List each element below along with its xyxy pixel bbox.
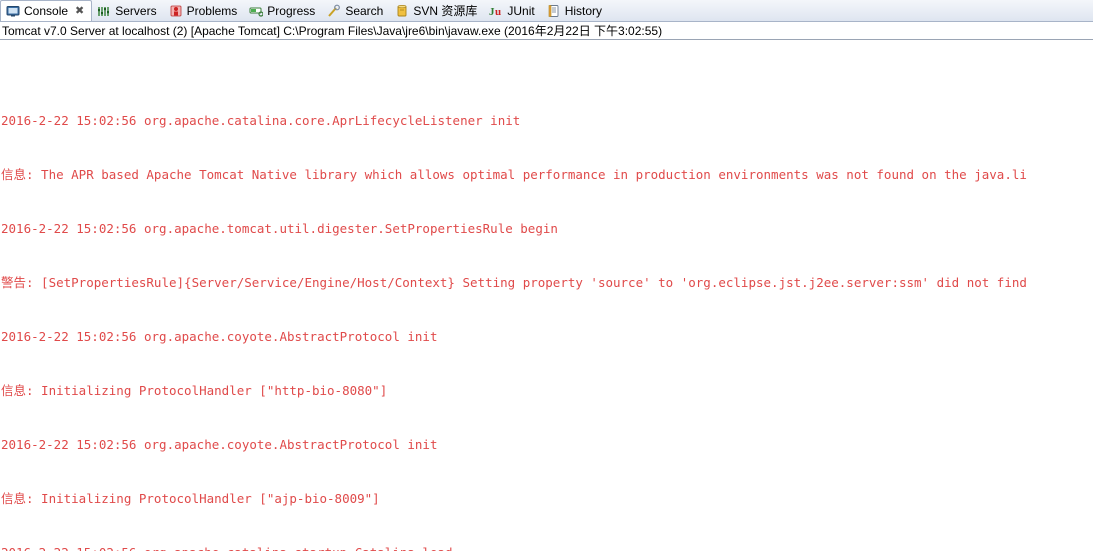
svn-icon	[395, 4, 409, 18]
log-line: 信息: The APR based Apache Tomcat Native l…	[1, 167, 1027, 182]
log-line: 2016-2-22 15:02:56 org.apache.coyote.Abs…	[1, 437, 438, 452]
servers-icon	[97, 4, 111, 18]
tab-label: Search	[345, 3, 384, 18]
console-log: 2016-2-22 15:02:56 org.apache.catalina.c…	[0, 40, 1093, 551]
console-icon	[6, 4, 20, 18]
tab-console[interactable]: Console ✖	[0, 0, 93, 22]
tab-label: Problems	[186, 3, 238, 18]
close-icon[interactable]: ✖	[75, 1, 84, 22]
tab-junit[interactable]: J u JUnit	[484, 0, 541, 21]
log-line: 2016-2-22 15:02:56 org.apache.coyote.Abs…	[1, 329, 438, 344]
log-line: 警告: [SetPropertiesRule]{Server/Service/E…	[1, 275, 1027, 290]
tab-label: SVN 资源库	[413, 3, 478, 18]
log-line: 信息: Initializing ProtocolHandler ["http-…	[1, 383, 388, 398]
log-line: 2016-2-22 15:02:56 org.apache.catalina.s…	[1, 544, 1093, 551]
console-process-description: Tomcat v7.0 Server at localhost (2) [Apa…	[0, 22, 1093, 40]
view-tab-bar: Console ✖ Servers Problems Progress Sear…	[0, 0, 1093, 22]
junit-icon: J u	[489, 4, 503, 18]
log-line: 2016-2-22 15:02:56 org.apache.tomcat.uti…	[1, 221, 558, 236]
tab-label: Progress	[267, 3, 316, 18]
tab-problems[interactable]: Problems	[164, 0, 245, 21]
console-output-area[interactable]: 2016-2-22 15:02:56 org.apache.catalina.c…	[0, 40, 1093, 551]
tab-history[interactable]: History	[542, 0, 609, 21]
tab-label: JUnit	[507, 3, 535, 18]
tab-progress[interactable]: Progress	[244, 0, 322, 21]
tab-search[interactable]: Search	[322, 0, 390, 21]
log-lines-before: 2016-2-22 15:02:56 org.apache.catalina.c…	[1, 76, 1093, 551]
tab-label: History	[564, 3, 603, 18]
tab-label: Servers	[115, 3, 157, 18]
history-icon	[547, 4, 561, 18]
problems-icon	[169, 4, 183, 18]
search-icon	[327, 4, 341, 18]
progress-icon	[249, 4, 264, 18]
tab-servers[interactable]: Servers	[92, 0, 163, 21]
tab-svn-repository[interactable]: SVN 资源库	[390, 0, 484, 21]
log-line: 2016-2-22 15:02:56 org.apache.catalina.c…	[1, 113, 521, 128]
log-line: 信息: Initializing ProtocolHandler ["ajp-b…	[1, 491, 380, 506]
tab-label: Console	[24, 3, 69, 18]
svg-text:u: u	[495, 6, 501, 18]
